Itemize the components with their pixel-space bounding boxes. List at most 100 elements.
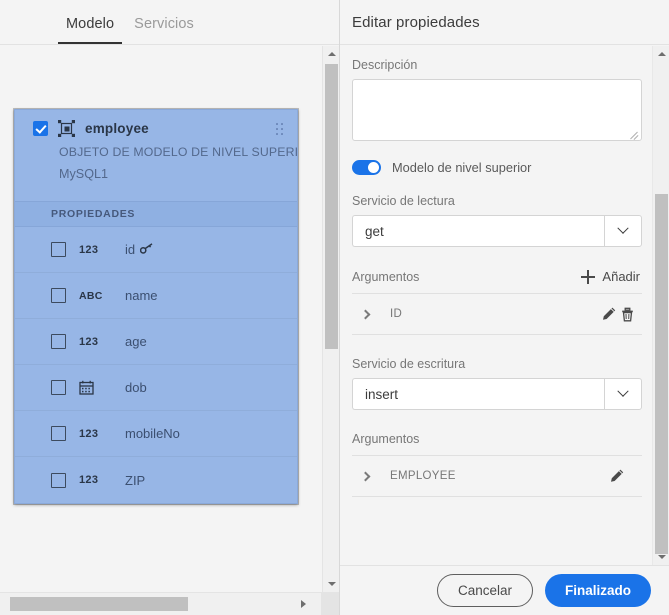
property-name: ZIP [125,473,145,488]
description-textarea[interactable] [352,79,642,141]
edit-pencil-icon[interactable] [600,306,617,323]
write-service-select[interactable]: insert [352,378,642,410]
scrollbar-corner [321,592,339,615]
model-canvas[interactable]: employee OBJETO DE MODELO DE NIVEL SUPER… [0,46,322,592]
argument-actions [608,468,642,485]
write-args-label: Argumentos [352,432,420,446]
edit-pencil-icon[interactable] [608,468,636,485]
property-type-label: 123 [79,474,99,486]
property-name-label: dob [125,380,147,395]
property-name-label: mobileNo [125,426,180,441]
scroll-up-icon[interactable] [653,46,669,62]
write-service-label: Servicio de escritura [352,357,466,371]
property-name-label: name [125,288,158,303]
property-name: mobileNo [125,426,180,441]
top-level-model-toggle[interactable] [352,160,381,175]
read-args-header: Argumentos Añadir [352,269,642,284]
scroll-up-icon[interactable] [323,46,340,62]
top-level-model-label: Modelo de nivel superior [392,160,532,175]
chevron-right-icon[interactable] [360,471,376,481]
scroll-down-icon[interactable] [653,549,669,565]
property-name-label: ZIP [125,472,146,488]
argument-name: EMPLOYEE [390,470,456,482]
property-name: name [125,288,158,303]
add-argument-label: Añadir [602,269,640,284]
tab-servicios-label: Servicios [134,16,194,32]
argument-name: ID [390,308,403,320]
property-row-age[interactable]: 123 age [15,319,297,365]
properties-panel-body: Descripción Modelo de nivel superior Ser… [340,46,669,565]
property-type-number-icon: 123 [79,474,125,486]
model-card-employee[interactable]: employee OBJETO DE MODELO DE NIVEL SUPER… [14,109,298,504]
done-button[interactable]: Finalizado [544,574,651,607]
model-card-header: employee OBJETO DE MODELO DE NIVEL SUPER… [15,110,297,201]
top-level-model-toggle-row: Modelo de nivel superior [352,160,642,175]
property-row-zip[interactable]: 123 ZIP [15,457,297,503]
property-type-number-icon: 123 [79,428,125,440]
read-args-label: Argumentos [352,269,420,284]
chevron-right-icon[interactable] [360,309,376,319]
write-service-value[interactable]: insert [352,378,604,410]
property-checkbox[interactable] [51,380,66,395]
horizontal-scroll-thumb[interactable] [10,597,188,611]
property-type-number-icon: 123 [79,244,125,256]
calendar-icon [79,380,125,395]
argument-row-id[interactable]: ID [352,293,642,335]
tab-servicios[interactable]: Servicios [124,16,204,44]
property-type-label: 123 [79,335,99,348]
property-row-dob[interactable]: dob [15,365,297,411]
model-panel: Modelo Servicios employee OBJETO DE MODE… [0,0,340,615]
properties-panel-header: Editar propiedades [340,0,669,45]
description-label: Descripción [352,58,418,72]
scroll-down-icon[interactable] [323,576,340,592]
primary-key-icon [139,242,153,257]
property-name: dob [125,380,147,395]
property-type-label: ABC [79,289,103,302]
resize-handle-icon[interactable] [629,128,639,138]
read-service-value[interactable]: get [352,215,604,247]
read-service-select[interactable]: get [352,215,642,247]
property-checkbox[interactable] [51,288,66,303]
property-name: id [125,242,153,257]
add-argument-button[interactable]: Añadir [581,269,642,284]
model-card-subtitle: OBJETO DE MODELO DE NIVEL SUPERIOR [59,145,298,159]
property-row-id[interactable]: 123 id [15,227,297,273]
delete-trash-icon[interactable] [619,306,636,323]
app-root: Modelo Servicios employee OBJETO DE MODE… [0,0,669,615]
vertical-scroll-thumb[interactable] [325,64,338,349]
argument-actions [600,306,642,323]
drag-handle-icon[interactable] [276,123,283,136]
model-object-icon [58,120,75,137]
property-checkbox[interactable] [51,472,66,488]
tabbar: Modelo Servicios [0,0,339,45]
property-type-label: 123 [79,427,99,440]
tab-modelo-label: Modelo [66,16,115,32]
cancel-button[interactable]: Cancelar [436,574,533,607]
property-name: age [125,334,147,349]
property-checkbox[interactable] [51,242,66,257]
property-checkbox[interactable] [51,426,66,441]
property-row-mobileno[interactable]: 123 mobileNo [15,411,297,457]
canvas-horizontal-scrollbar[interactable] [0,592,322,615]
vertical-scroll-thumb[interactable] [655,194,668,554]
properties-panel-scrollbar[interactable] [652,46,669,565]
plus-icon [581,269,596,284]
property-type-text-icon: ABC [79,290,125,302]
argument-row-employee[interactable]: EMPLOYEE [352,455,642,497]
tab-modelo[interactable]: Modelo [56,16,124,44]
property-name-label: age [125,334,147,349]
property-type-number-icon: 123 [79,336,125,348]
chevron-down-icon[interactable] [604,378,642,410]
model-card-datasource: MySQL1 [59,167,108,181]
property-checkbox[interactable] [51,334,66,349]
model-card-name: employee [85,121,149,136]
properties-header: PROPIEDADES [15,201,297,227]
properties-panel: Editar propiedades Descripción Modelo de… [340,0,669,615]
property-type-label: 123 [79,243,99,256]
chevron-down-icon[interactable] [604,215,642,247]
scroll-right-icon[interactable] [301,600,306,608]
canvas-vertical-scrollbar[interactable] [322,46,339,592]
write-args-header: Argumentos [352,432,642,446]
model-select-checkbox[interactable] [33,121,48,136]
property-row-name[interactable]: ABC name [15,273,297,319]
